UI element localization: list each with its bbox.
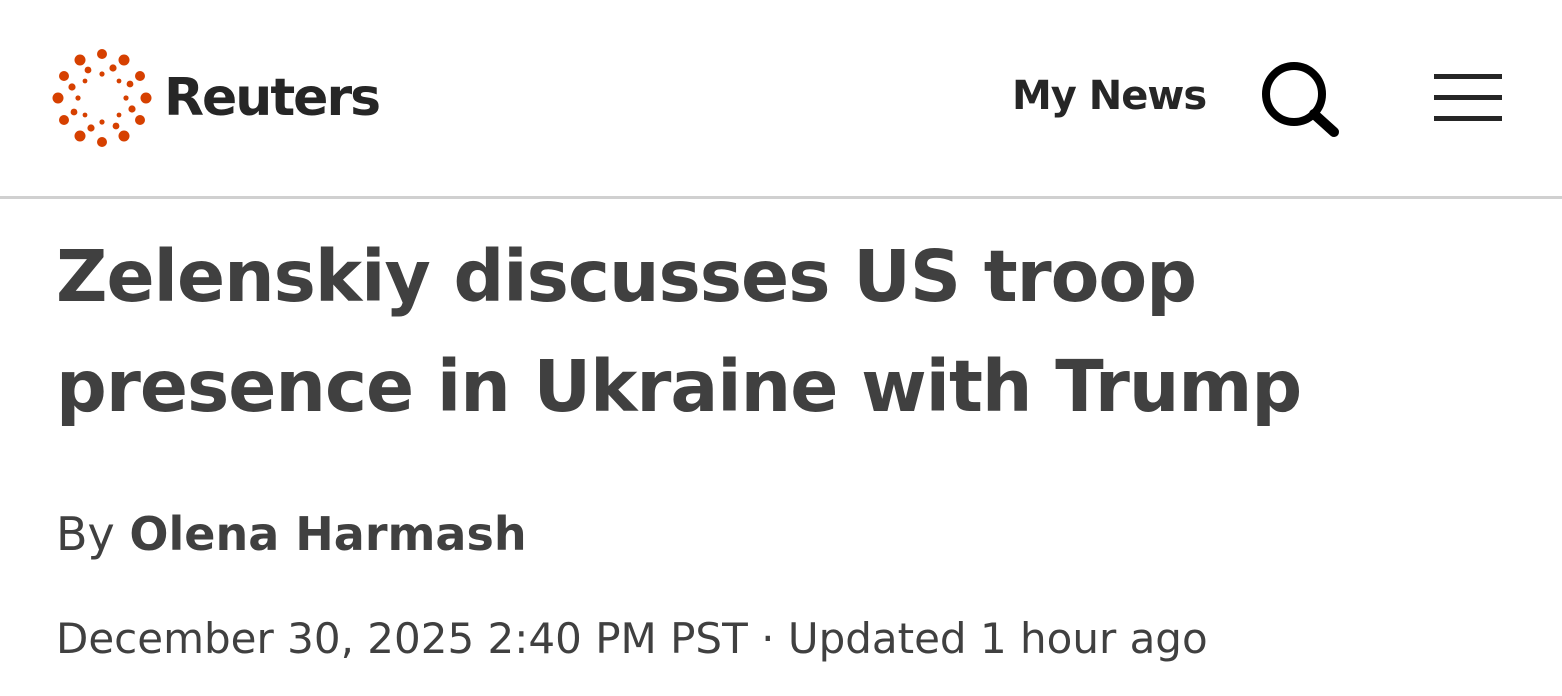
- updated-time: Updated 1 hour ago: [787, 614, 1208, 663]
- author-link[interactable]: Olena Harmash: [129, 507, 526, 561]
- hamburger-menu-icon: [1434, 74, 1502, 121]
- site-header: Reuters My News: [0, 0, 1562, 196]
- publish-date: December 30, 2025 2:40 PM PST: [56, 614, 748, 663]
- reuters-logo-link[interactable]: Reuters: [52, 48, 381, 148]
- header-divider: [0, 196, 1562, 199]
- byline-prefix: By: [56, 507, 115, 561]
- search-button[interactable]: [1258, 60, 1342, 140]
- my-news-link[interactable]: My News: [1012, 76, 1207, 116]
- menu-button[interactable]: [1430, 70, 1506, 126]
- article-headline: Zelenskiy discusses US troop presence in…: [56, 235, 1302, 428]
- dateline-separator: ·: [761, 614, 775, 663]
- reuters-logo-icon: [52, 49, 152, 147]
- logo-wordmark: Reuters: [164, 68, 381, 128]
- article-dateline: December 30, 2025 2:40 PM PST · Updated …: [56, 612, 1208, 666]
- byline: By Olena Harmash: [56, 506, 527, 562]
- search-icon: [1262, 62, 1339, 137]
